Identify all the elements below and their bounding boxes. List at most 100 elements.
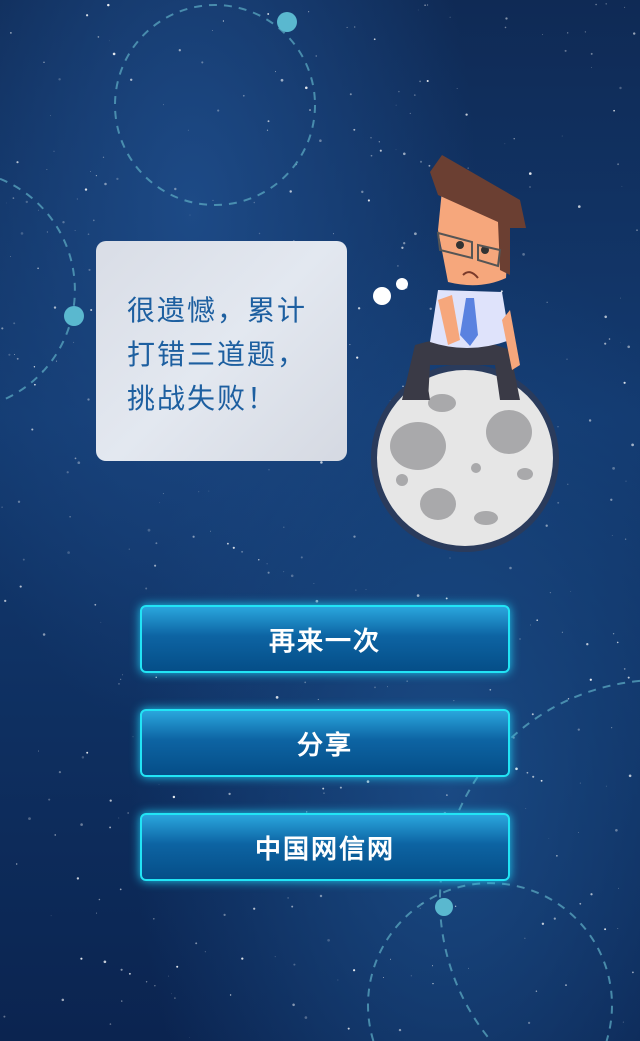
- message-line: 打错三道题，: [127, 338, 308, 371]
- star: [128, 548, 130, 550]
- star: [413, 94, 416, 96]
- star: [102, 156, 105, 158]
- star: [46, 169, 48, 170]
- star: [417, 9, 419, 11]
- star: [86, 751, 89, 754]
- star: [267, 571, 270, 574]
- star: [217, 109, 220, 112]
- orbit-node: [277, 12, 297, 32]
- star: [28, 817, 31, 820]
- star: [76, 198, 79, 200]
- cac-site-button[interactable]: 中国网信网: [140, 813, 510, 881]
- star: [382, 976, 384, 978]
- star: [398, 90, 400, 93]
- star: [409, 112, 411, 114]
- star: [300, 556, 303, 559]
- star: [373, 38, 376, 41]
- star: [561, 631, 563, 633]
- star: [189, 214, 191, 216]
- star: [241, 550, 244, 553]
- star: [449, 16, 451, 18]
- star: [627, 676, 630, 679]
- star: [604, 342, 607, 345]
- star: [19, 585, 22, 588]
- star: [519, 638, 521, 640]
- star: [378, 141, 380, 143]
- star: [532, 775, 535, 778]
- star: [395, 104, 397, 106]
- star: [132, 736, 134, 738]
- star: [577, 728, 580, 731]
- star: [608, 338, 611, 340]
- star: [128, 972, 131, 975]
- star: [10, 255, 11, 257]
- star: [584, 31, 587, 33]
- star: [155, 676, 157, 679]
- star: [280, 78, 284, 82]
- star: [58, 770, 62, 774]
- star: [387, 686, 389, 688]
- star: [611, 535, 613, 536]
- star: [241, 957, 244, 960]
- star: [605, 785, 607, 787]
- star: [305, 86, 308, 90]
- star: [320, 461, 323, 464]
- star: [1, 506, 3, 509]
- star: [13, 322, 16, 325]
- thought-dot-icon: [396, 278, 408, 290]
- star: [116, 177, 119, 181]
- star: [290, 574, 294, 578]
- star: [349, 344, 351, 346]
- star: [226, 542, 229, 545]
- star: [623, 381, 626, 384]
- star: [468, 967, 470, 969]
- star: [10, 32, 12, 34]
- man-icon: [402, 155, 526, 400]
- star: [419, 907, 421, 909]
- star: [73, 341, 75, 343]
- star: [611, 727, 613, 729]
- star: [579, 902, 582, 905]
- star: [129, 78, 133, 82]
- star: [42, 633, 46, 636]
- star: [154, 985, 156, 987]
- star: [88, 268, 91, 271]
- star: [625, 480, 627, 482]
- star: [504, 26, 507, 29]
- star: [168, 975, 170, 977]
- star: [567, 32, 569, 34]
- star: [319, 894, 323, 898]
- star: [390, 958, 391, 960]
- star: [354, 26, 356, 28]
- star: [283, 526, 285, 528]
- star: [3, 1015, 6, 1018]
- star: [287, 897, 289, 899]
- star: [588, 419, 592, 422]
- star: [337, 979, 339, 981]
- star: [445, 597, 448, 600]
- star: [195, 942, 198, 945]
- star: [98, 898, 101, 901]
- star: [109, 799, 112, 802]
- star: [304, 681, 307, 684]
- star: [174, 187, 177, 191]
- share-button[interactable]: 分享: [140, 709, 510, 777]
- star: [147, 528, 151, 532]
- star: [309, 109, 311, 111]
- star: [162, 493, 164, 495]
- star: [55, 360, 57, 362]
- star: [16, 357, 19, 360]
- star: [589, 678, 592, 681]
- retry-button[interactable]: 再来一次: [140, 605, 510, 673]
- star: [322, 787, 325, 790]
- star: [222, 20, 224, 22]
- star: [159, 502, 161, 504]
- star: [617, 927, 619, 930]
- star: [627, 345, 631, 349]
- star: [553, 917, 556, 920]
- star: [541, 922, 545, 925]
- star: [204, 951, 206, 953]
- star: [374, 686, 376, 689]
- star: [631, 443, 634, 447]
- star: [121, 674, 124, 676]
